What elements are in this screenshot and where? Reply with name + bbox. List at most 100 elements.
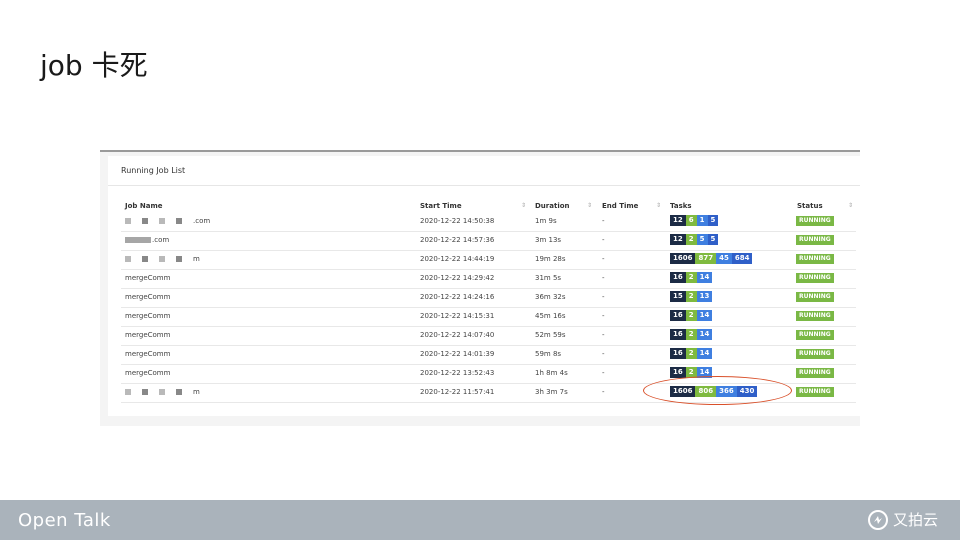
task-count-badge: 2 — [685, 329, 697, 340]
redacted-block — [176, 389, 182, 395]
job-name-cell[interactable]: m — [125, 388, 200, 396]
upyun-logo-icon — [867, 509, 888, 530]
job-name-cell[interactable]: mergeComm — [125, 331, 170, 339]
table-row[interactable]: mergeComm 2020-12-22 14:29:42 31m 5s - 16 2 14… — [121, 269, 856, 289]
start-time-cell: 2020-12-22 14:44:19 — [420, 255, 495, 263]
end-time-cell: - — [602, 369, 605, 377]
duration-cell: 1m 9s — [535, 217, 557, 225]
task-count-badge: 14 — [696, 272, 713, 283]
duration-cell: 1h 8m 4s — [535, 369, 568, 377]
table-row[interactable]: .com 2020-12-22 14:57:36 3m 13s - 12 2 5 5 RUNNI… — [121, 231, 856, 251]
task-counts: 16 2 14 — [670, 310, 713, 321]
job-name-text: mergeComm — [125, 312, 171, 320]
job-name-cell[interactable]: .com — [125, 217, 210, 225]
end-time-cell: - — [602, 274, 605, 282]
task-count-badge: 16 — [670, 272, 686, 283]
task-count-badge: 5 — [707, 234, 719, 245]
table-row[interactable]: mergeComm 2020-12-22 14:24:16 36m 32s - 15 2 1… — [121, 288, 856, 308]
status-badge: RUNNING — [796, 368, 834, 378]
task-count-badge: 45 — [716, 253, 732, 264]
end-time-cell: - — [602, 388, 605, 396]
task-count-badge: 2 — [685, 291, 697, 302]
footer-bar: Open Talk 又拍云 — [0, 500, 960, 540]
redacted-block — [125, 389, 131, 395]
end-time-cell: - — [602, 293, 605, 301]
task-count-badge: 16 — [670, 329, 686, 340]
sort-icon[interactable]: ⇕ — [587, 202, 592, 209]
task-count-badge: 12 — [670, 234, 686, 245]
task-count-badge: 2 — [685, 234, 697, 245]
divider — [100, 150, 860, 152]
start-time-cell: 2020-12-22 14:15:31 — [420, 312, 495, 320]
job-name-text: .com — [193, 217, 211, 225]
duration-cell: 3h 3m 7s — [535, 388, 568, 396]
task-count-badge: 1 — [696, 215, 708, 226]
start-time-cell: 2020-12-22 13:52:43 — [420, 369, 495, 377]
redacted-block — [176, 218, 182, 224]
job-name-cell[interactable]: mergeComm — [125, 293, 170, 301]
task-count-badge: 2 — [685, 272, 697, 283]
sort-icon[interactable]: ⇕ — [656, 202, 661, 209]
task-count-badge: 16 — [670, 367, 686, 378]
divider — [108, 185, 860, 186]
table-row[interactable]: mergeComm 2020-12-22 14:07:40 52m 59s - 16 2 1… — [121, 326, 856, 346]
end-time-cell: - — [602, 217, 605, 225]
table-row[interactable]: mergeComm 2020-12-22 14:01:39 59m 8s - 16 2 14… — [121, 345, 856, 365]
status-badge: RUNNING — [796, 292, 834, 302]
table-row[interactable]: mergeComm 2020-12-22 14:15:31 45m 16s - 16 2 1… — [121, 307, 856, 327]
start-time-cell: 2020-12-22 11:57:41 — [420, 388, 495, 396]
column-header-start-time[interactable]: Start Time — [420, 202, 462, 210]
upyun-brand-text: 又拍云 — [892, 511, 938, 529]
sort-icon[interactable]: ⇕ — [848, 202, 853, 209]
end-time-cell: - — [602, 350, 605, 358]
task-count-badge: 14 — [696, 329, 713, 340]
redacted-block — [142, 218, 148, 224]
redacted-block — [142, 256, 148, 262]
column-header-status[interactable]: Status — [797, 202, 823, 210]
table-row[interactable]: m 2020-12-22 14:44:19 19m 28s - 1606 877 45 684… — [121, 250, 856, 270]
job-name-text: mergeComm — [125, 331, 171, 339]
job-name-text: mergeComm — [125, 274, 171, 282]
job-name-text: m — [193, 255, 200, 263]
task-count-badge: 16 — [670, 310, 686, 321]
task-counts: 16 2 14 — [670, 348, 713, 359]
task-counts: 15 2 13 — [670, 291, 713, 302]
redacted-block — [159, 389, 165, 395]
status-badge: RUNNING — [796, 349, 834, 359]
status-badge: RUNNING — [796, 273, 834, 283]
job-name-cell[interactable]: m — [125, 255, 200, 263]
task-count-badge: 684 — [731, 253, 753, 264]
end-time-cell: - — [602, 236, 605, 244]
column-header-end-time[interactable]: End Time — [602, 202, 638, 210]
task-count-badge: 2 — [685, 348, 697, 359]
duration-cell: 59m 8s — [535, 350, 562, 358]
status-badge: RUNNING — [796, 387, 834, 397]
task-count-badge: 5 — [707, 215, 719, 226]
task-count-badge: 15 — [670, 291, 686, 302]
column-header-duration[interactable]: Duration — [535, 202, 570, 210]
sort-icon[interactable]: ⇕ — [521, 202, 526, 209]
job-name-cell[interactable]: mergeComm — [125, 274, 170, 282]
column-header-job-name[interactable]: Job Name — [125, 202, 163, 210]
start-time-cell: 2020-12-22 14:24:16 — [420, 293, 495, 301]
job-name-cell[interactable]: mergeComm — [125, 369, 170, 377]
table-row[interactable]: .com 2020-12-22 14:50:38 1m 9s - 12 6 1 5 RUNNIN… — [121, 212, 856, 232]
task-counts: 1606 877 45 684 — [670, 253, 753, 264]
duration-cell: 45m 16s — [535, 312, 566, 320]
redacted-block — [159, 256, 165, 262]
job-name-cell[interactable]: mergeComm — [125, 312, 170, 320]
task-count-badge: 1606 — [670, 253, 696, 264]
task-count-badge: 14 — [696, 310, 713, 321]
task-counts: 16 2 14 — [670, 272, 713, 283]
status-badge: RUNNING — [796, 235, 834, 245]
redacted-block — [159, 218, 165, 224]
duration-cell: 19m 28s — [535, 255, 566, 263]
slide-title: job 卡死 — [40, 49, 148, 82]
start-time-cell: 2020-12-22 14:50:38 — [420, 217, 495, 225]
task-count-badge: 16 — [670, 348, 686, 359]
status-badge: RUNNING — [796, 330, 834, 340]
job-name-cell[interactable]: .com — [125, 236, 169, 244]
task-count-badge: 14 — [696, 348, 713, 359]
job-name-cell[interactable]: mergeComm — [125, 350, 170, 358]
status-badge: RUNNING — [796, 216, 834, 226]
